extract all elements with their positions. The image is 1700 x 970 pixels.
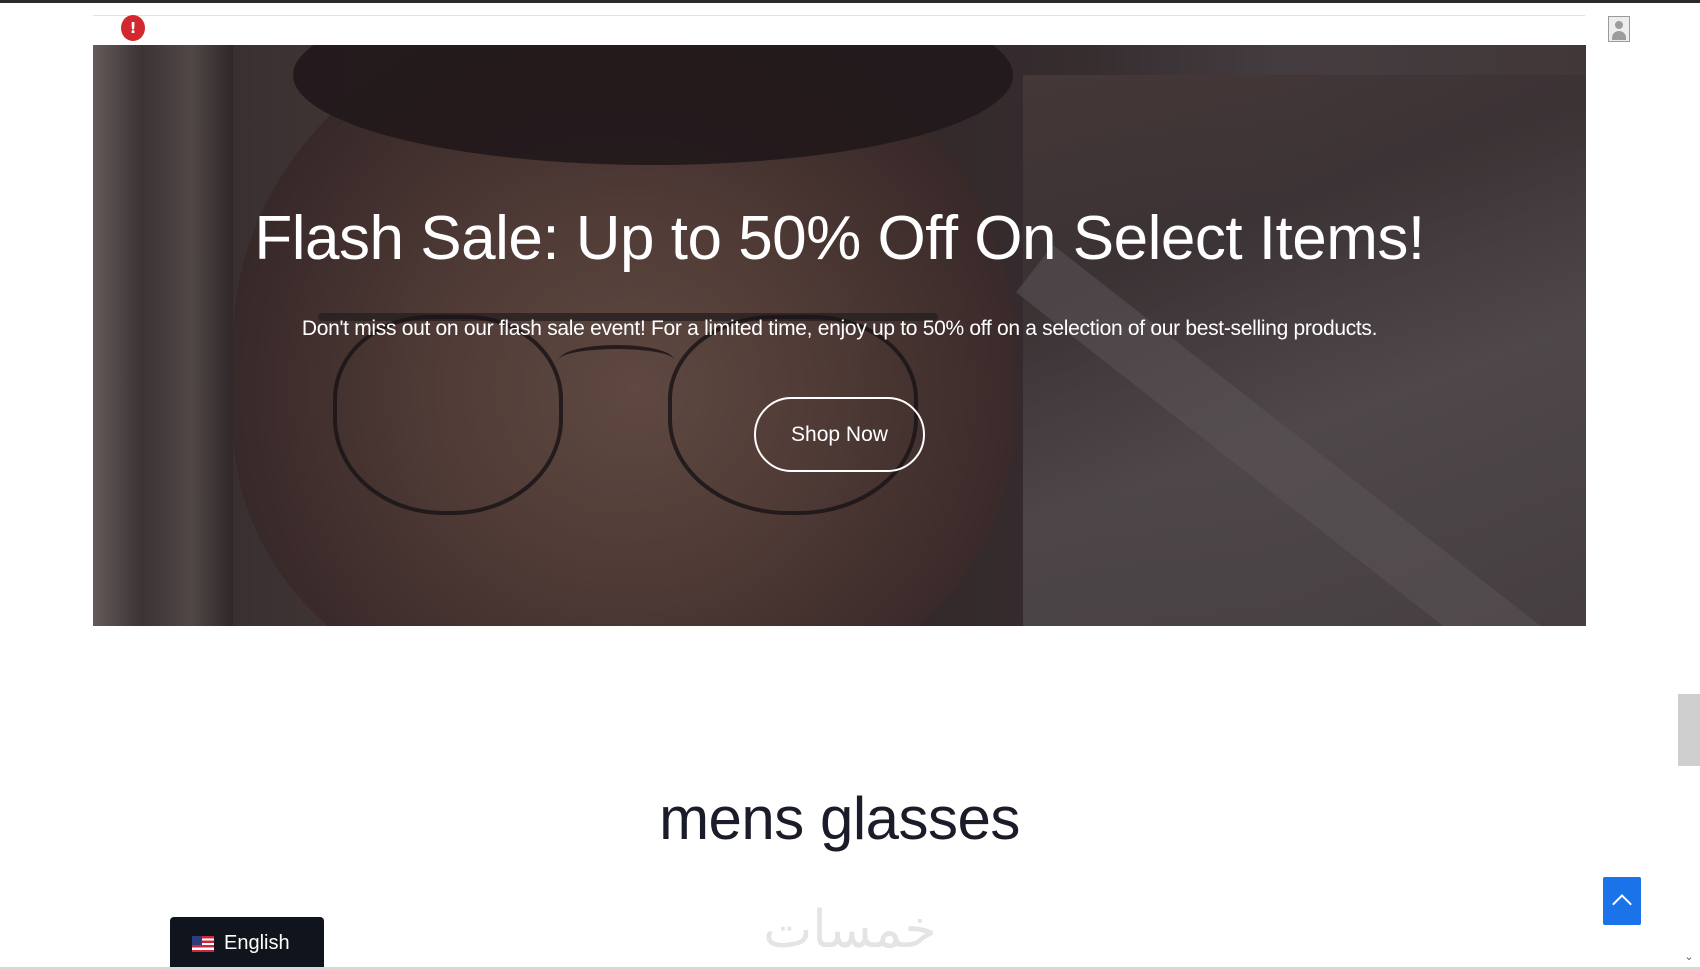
chevron-up-icon <box>1612 894 1632 914</box>
language-switcher[interactable]: English <box>170 917 324 970</box>
language-label: English <box>224 932 290 954</box>
user-avatar-icon[interactable] <box>1608 16 1630 42</box>
back-to-top-button[interactable] <box>1603 877 1641 925</box>
section-title: mens glasses <box>659 785 1020 852</box>
scrollbar-thumb[interactable] <box>1678 694 1700 766</box>
hero-subtitle: Don't miss out on our flash sale event! … <box>301 317 1378 340</box>
alert-circle-icon[interactable]: ! <box>121 15 145 41</box>
hero-content: Flash Sale: Up to 50% Off On Select Item… <box>93 45 1586 626</box>
hero-banner: Flash Sale: Up to 50% Off On Select Item… <box>93 45 1586 626</box>
divider <box>93 15 1585 16</box>
top-strip <box>0 3 1700 45</box>
scroll-down-arrow-icon[interactable]: ⌄ <box>1680 950 1698 966</box>
shop-now-button[interactable]: Shop Now <box>754 397 925 472</box>
page: ! Flash Sale: Up to 50% Off On Select It… <box>0 0 1700 970</box>
us-flag-icon <box>192 935 214 952</box>
watermark-logo: خمسات <box>763 900 937 960</box>
hero-title: Flash Sale: Up to 50% Off On Select Item… <box>254 204 1425 273</box>
